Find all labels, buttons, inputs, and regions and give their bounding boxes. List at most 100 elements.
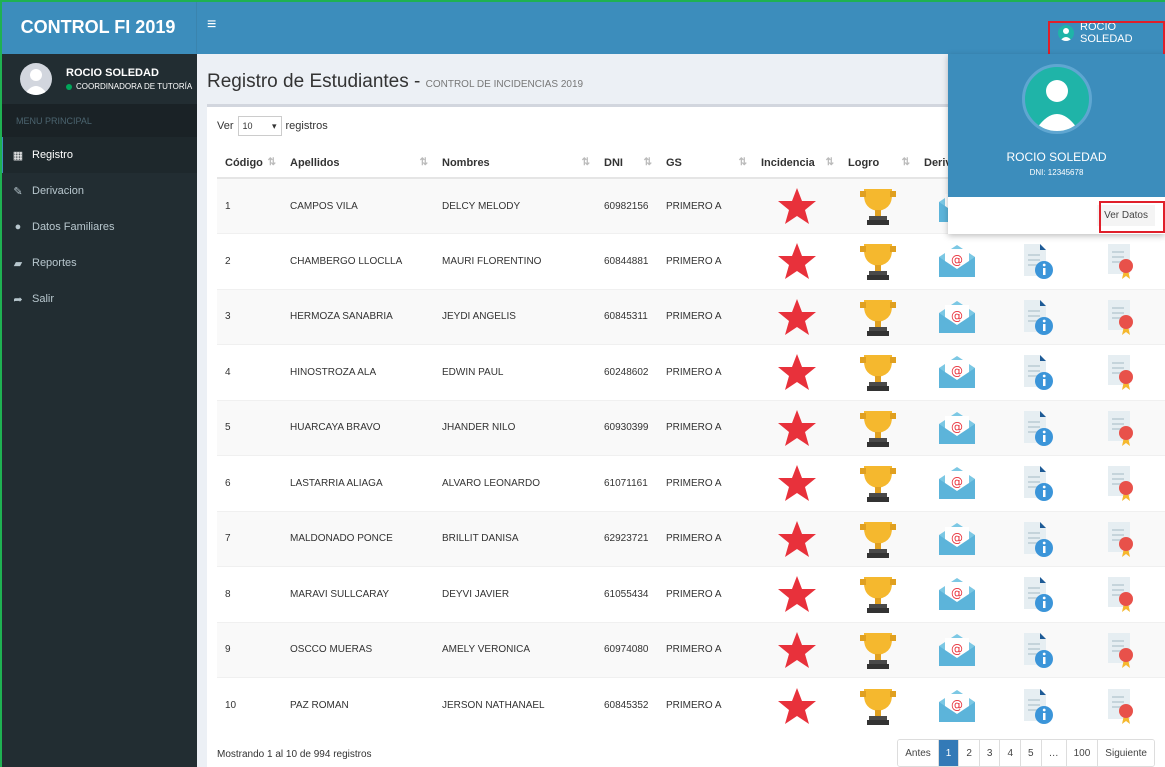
sidebar-item-reportes[interactable]: ▰ Reportes <box>0 245 197 281</box>
derivacion-mail-icon[interactable]: @ <box>938 356 976 389</box>
cell-nombres: JERSON NATHANAEL <box>434 677 596 733</box>
logro-trophy-icon[interactable] <box>858 466 898 503</box>
hamburger-icon[interactable]: ≡ <box>207 15 227 35</box>
logro-trophy-icon[interactable] <box>858 521 898 558</box>
cell-dni: 60974080 <box>596 621 658 678</box>
certificate-icon[interactable] <box>1106 466 1138 502</box>
certificate-icon[interactable] <box>1106 299 1138 335</box>
certificate-icon[interactable] <box>1106 244 1138 280</box>
sidebar-item-datos-familiares[interactable]: ● Datos Familiares <box>0 209 197 245</box>
incidencia-star-icon[interactable] <box>777 465 817 502</box>
page-length-select[interactable]: 10 ▾ <box>237 116 282 136</box>
certificate-icon[interactable] <box>1106 688 1138 724</box>
certificate-icon[interactable] <box>1106 521 1138 557</box>
derivacion-mail-icon[interactable]: @ <box>938 522 976 555</box>
sidebar-item-derivacion[interactable]: ✎ Derivacion <box>0 173 197 209</box>
cell-dni: 61055434 <box>596 566 658 622</box>
logro-trophy-icon[interactable] <box>858 410 898 447</box>
svg-text:@: @ <box>951 531 963 545</box>
certificate-icon[interactable] <box>1106 632 1138 668</box>
sort-icon: ⇅ <box>419 156 428 168</box>
sidebar-item-salir[interactable]: ➦ Salir <box>0 281 197 317</box>
col-header-codigo[interactable]: Código ⇅ <box>217 148 282 179</box>
app-logo[interactable]: CONTROL FI 2019 <box>0 0 197 54</box>
derivacion-mail-icon[interactable]: @ <box>938 633 976 666</box>
page-link[interactable]: 4 <box>999 740 1021 766</box>
derivacion-mail-icon[interactable]: @ <box>938 245 976 278</box>
certificate-icon[interactable] <box>1106 577 1138 613</box>
info-document-icon[interactable] <box>1022 355 1054 391</box>
book-icon: ▰ <box>13 257 23 270</box>
svg-text:@: @ <box>951 698 963 712</box>
incidencia-star-icon[interactable] <box>777 243 817 280</box>
caret-down-icon: ▾ <box>271 120 277 131</box>
logro-trophy-icon[interactable] <box>858 688 898 725</box>
page-length-value: 10 <box>242 121 253 131</box>
sidebar-item-label: Reportes <box>32 257 77 269</box>
logro-trophy-icon[interactable] <box>858 189 898 225</box>
table-row: 4 HINOSTROZA ALA EDWIN PAUL 60248602 PRIMERO… <box>217 344 1165 400</box>
logro-trophy-icon[interactable] <box>858 299 898 336</box>
col-header-logro[interactable]: Logro ⇅ <box>840 148 916 179</box>
logro-trophy-icon[interactable] <box>858 244 898 281</box>
table-row: 7 MALDONADO PONCE BRILLIT DANISA 62923721 PR… <box>217 510 1165 567</box>
sidebar-user-panel: ROCIO SOLEDAD COORDINADORA DE TUTORÍA <box>0 54 197 104</box>
info-document-icon[interactable] <box>1022 688 1054 724</box>
user-dropdown-header: ROCIO SOLEDAD DNI: 12345678 <box>948 54 1165 197</box>
sort-icon: ⇅ <box>643 156 652 168</box>
logro-trophy-icon[interactable] <box>858 355 898 392</box>
page-link[interactable]: Antes <box>898 740 938 766</box>
info-document-icon[interactable] <box>1022 466 1054 502</box>
info-document-icon[interactable] <box>1022 521 1054 557</box>
certificate-icon[interactable] <box>1106 410 1138 446</box>
col-header-incidencia[interactable]: Incidencia ⇅ <box>753 148 840 179</box>
share-icon: ➦ <box>13 293 23 306</box>
incidencia-star-icon[interactable] <box>777 354 817 391</box>
page-link[interactable]: 5 <box>1020 740 1041 766</box>
cell-apellidos: HERMOZA SANABRIA <box>282 288 434 345</box>
cell-nombres: AMELY VERONICA <box>434 621 596 678</box>
logro-trophy-icon[interactable] <box>858 632 898 669</box>
col-header-nombres[interactable]: Nombres ⇅ <box>434 148 596 179</box>
table-icon: ▦ <box>12 149 24 162</box>
incidencia-star-icon[interactable] <box>777 188 817 224</box>
cell-dni: 62923721 <box>596 510 658 567</box>
info-document-icon[interactable] <box>1022 410 1054 446</box>
logro-trophy-icon[interactable] <box>858 577 898 614</box>
page-link[interactable]: 2 <box>958 740 979 766</box>
info-document-icon[interactable] <box>1022 632 1054 668</box>
page-title: Registro de Estudiantes - CONTROL DE INC… <box>207 71 583 93</box>
info-document-icon[interactable] <box>1022 244 1054 280</box>
derivacion-mail-icon[interactable]: @ <box>938 411 976 444</box>
cell-dni: 60845352 <box>596 677 658 733</box>
incidencia-star-icon[interactable] <box>777 687 817 724</box>
incidencia-star-icon[interactable] <box>777 409 817 446</box>
info-document-icon[interactable] <box>1022 577 1054 613</box>
derivacion-mail-icon[interactable]: @ <box>938 467 976 500</box>
page-link[interactable]: 1 <box>937 740 959 766</box>
col-header-dni[interactable]: DNI ⇅ <box>596 148 658 179</box>
incidencia-star-icon[interactable] <box>777 520 817 557</box>
incidencia-star-icon[interactable] <box>777 298 817 335</box>
edit-icon: ✎ <box>13 185 23 198</box>
sidebar-item-label: Registro <box>32 149 73 161</box>
col-header-apellidos[interactable]: Apellidos ⇅ <box>282 148 434 179</box>
derivacion-mail-icon[interactable]: @ <box>938 300 976 333</box>
students-table: Código ⇅ Apellidos ⇅ Nombres ⇅ DNI ⇅ GS ⇅ Inc… <box>217 148 1165 733</box>
sidebar-item-registro[interactable]: ▦ Registro <box>0 137 197 173</box>
derivacion-mail-icon[interactable]: @ <box>938 689 976 722</box>
page-link[interactable]: 100 <box>1065 740 1098 766</box>
incidencia-star-icon[interactable] <box>777 576 817 613</box>
page-title-text: Registro de Estudiantes - <box>207 71 426 92</box>
svg-text:@: @ <box>951 475 963 489</box>
table-row: 8 MARAVI SULLCARAY DEYVI JAVIER 61055434 PRI… <box>217 566 1165 622</box>
col-header-gs[interactable]: GS ⇅ <box>658 148 753 179</box>
derivacion-mail-icon[interactable]: @ <box>938 578 976 611</box>
table-row: 2 CHAMBERGO LLOCLLA MAURI FLORENTINO 608448… <box>217 233 1165 289</box>
certificate-icon[interactable] <box>1106 355 1138 391</box>
page-link[interactable]: Siguiente <box>1097 740 1154 766</box>
svg-text:@: @ <box>951 642 963 656</box>
page-link[interactable]: 3 <box>978 740 1000 766</box>
incidencia-star-icon[interactable] <box>777 631 817 668</box>
info-document-icon[interactable] <box>1022 299 1054 335</box>
